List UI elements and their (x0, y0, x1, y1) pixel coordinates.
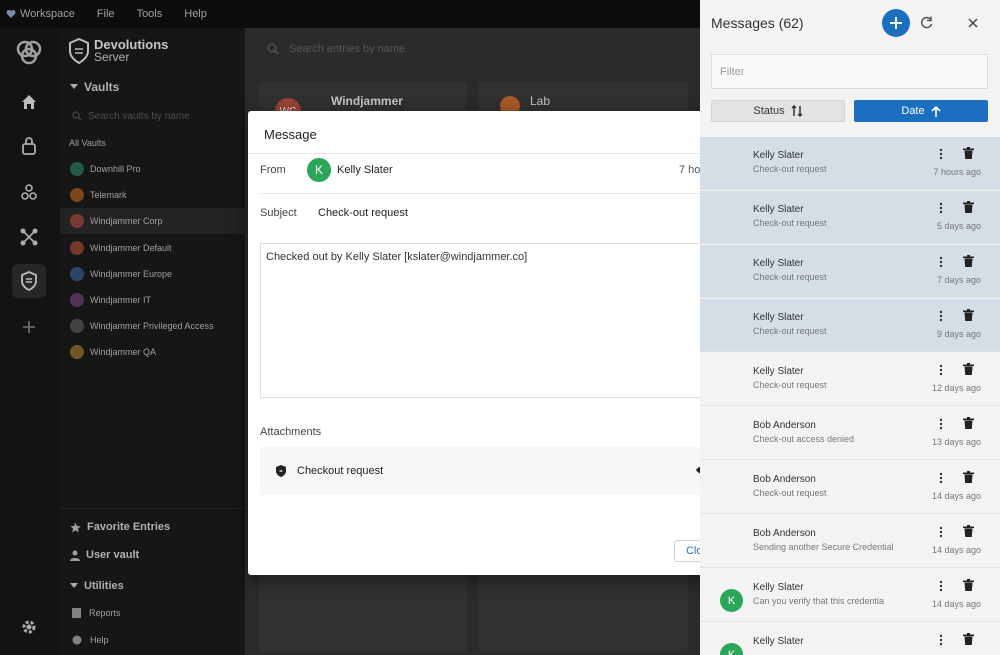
more-options-icon[interactable] (936, 364, 946, 376)
message-sender: Kelly Slater (753, 204, 804, 215)
sender-name: Kelly Slater (337, 164, 393, 176)
message-list-item[interactable]: K Kelly Slater Can you verify that this cr… (700, 569, 1000, 622)
message-time: 7 days ago (936, 275, 981, 285)
trash-icon[interactable] (963, 525, 974, 537)
message-list-item[interactable]: Kelly Slater Check-out request 7 hours ago (700, 137, 1000, 190)
more-options-icon[interactable] (936, 526, 946, 538)
shield-icon (276, 465, 286, 477)
dialog-title: Message (264, 127, 317, 142)
trash-icon[interactable] (963, 255, 974, 267)
from-label: From (260, 164, 286, 176)
attachment-name: Checkout request (297, 465, 384, 477)
more-options-icon[interactable] (936, 310, 946, 322)
trash-icon[interactable] (963, 363, 974, 375)
more-options-icon[interactable] (936, 202, 946, 214)
sort-arrows-icon (791, 105, 803, 117)
message-list-item[interactable]: Bob Anderson Sending another Secure Crede… (700, 515, 1000, 568)
message-time: 9 days ago (936, 329, 981, 339)
message-time: 14 days ago (931, 491, 981, 501)
divider (260, 193, 738, 194)
trash-icon[interactable] (963, 201, 974, 213)
message-body: Checked out by Kelly Slater [kslater@win… (260, 243, 738, 398)
message-sender: Kelly Slater (753, 258, 804, 269)
trash-icon[interactable] (963, 633, 974, 645)
message-list-item[interactable]: Kelly Slater Check-out request 5 days ago (700, 191, 1000, 244)
subject-value: Check-out request (318, 207, 408, 219)
trash-icon[interactable] (963, 309, 974, 321)
messages-title: Messages (62) (711, 15, 804, 31)
message-subject: Can you verify that this credentia (753, 596, 885, 606)
message-list-item[interactable]: Kelly Slater Check-out request 9 days ago (700, 299, 1000, 352)
message-time: 5 days ago (936, 221, 981, 231)
more-options-icon[interactable] (936, 148, 946, 160)
message-sender: Bob Anderson (753, 420, 816, 431)
message-list-item[interactable]: Kelly Slater Check-out request 7 days ago (700, 245, 1000, 298)
message-sender: Bob Anderson (753, 474, 816, 485)
sender-avatar: K (720, 589, 743, 612)
close-panel-icon[interactable] (968, 18, 978, 28)
sort-status-button[interactable]: Status (711, 100, 845, 122)
more-options-icon[interactable] (936, 634, 946, 646)
trash-icon[interactable] (963, 147, 974, 159)
message-subject: Check-out request (753, 218, 827, 228)
message-time: 7 hours ago (933, 167, 981, 177)
message-subject: Check-out request (753, 488, 827, 498)
message-sender: Kelly Slater (753, 312, 804, 323)
message-sender: Kelly Slater (753, 366, 804, 377)
message-subject: Check-out request (753, 164, 827, 174)
message-sender: Bob Anderson (753, 528, 816, 539)
more-options-icon[interactable] (936, 418, 946, 430)
message-subject: Check-out request (753, 272, 827, 282)
more-options-icon[interactable] (936, 256, 946, 268)
message-list-item[interactable]: Bob Anderson Check-out request 14 days ago (700, 461, 1000, 514)
message-sender: Kelly Slater (753, 582, 804, 593)
message-list-item[interactable]: Kelly Slater Check-out request 12 days ago (700, 353, 1000, 406)
arrow-up-icon (931, 105, 941, 117)
message-dialog: Message From K Kelly Slater 7 hours ago … (248, 111, 750, 575)
trash-icon[interactable] (963, 579, 974, 591)
more-options-icon[interactable] (936, 472, 946, 484)
attachment-row[interactable]: Checkout request (260, 447, 738, 495)
date-label: Date (901, 105, 925, 117)
more-options-icon[interactable] (936, 580, 946, 592)
message-subject: Sending another Secure Credential (753, 542, 894, 552)
trash-icon[interactable] (963, 471, 974, 483)
message-list-item[interactable]: K Kelly Slater (700, 623, 1000, 655)
message-list-item[interactable]: Bob Anderson Check-out access denied 13 da… (700, 407, 1000, 460)
message-time: 12 days ago (931, 383, 981, 393)
message-sender: Kelly Slater (753, 150, 804, 161)
attachments-label: Attachments (260, 426, 322, 438)
message-time: 14 days ago (931, 545, 981, 555)
filter-placeholder: Filter (720, 65, 745, 78)
subject-label: Subject (260, 207, 297, 219)
plus-icon (890, 17, 902, 29)
message-subject: Check-out access denied (753, 434, 855, 444)
status-label: Status (753, 105, 785, 117)
message-sender: Kelly Slater (753, 636, 804, 647)
app-root: Workspace File Tools Help Devolutions Se… (0, 0, 1000, 655)
message-subject: Check-out request (753, 380, 827, 390)
message-subject: Check-out request (753, 326, 827, 336)
message-time: 14 days ago (931, 599, 981, 609)
new-message-button[interactable] (882, 9, 910, 37)
refresh-icon[interactable] (920, 16, 933, 29)
sender-avatar: K (307, 158, 331, 182)
filter-input[interactable]: Filter (711, 54, 988, 89)
divider (248, 153, 750, 154)
message-time: 13 days ago (931, 437, 981, 447)
trash-icon[interactable] (963, 417, 974, 429)
sender-avatar: K (720, 643, 743, 655)
sort-date-button[interactable]: Date (854, 100, 988, 122)
